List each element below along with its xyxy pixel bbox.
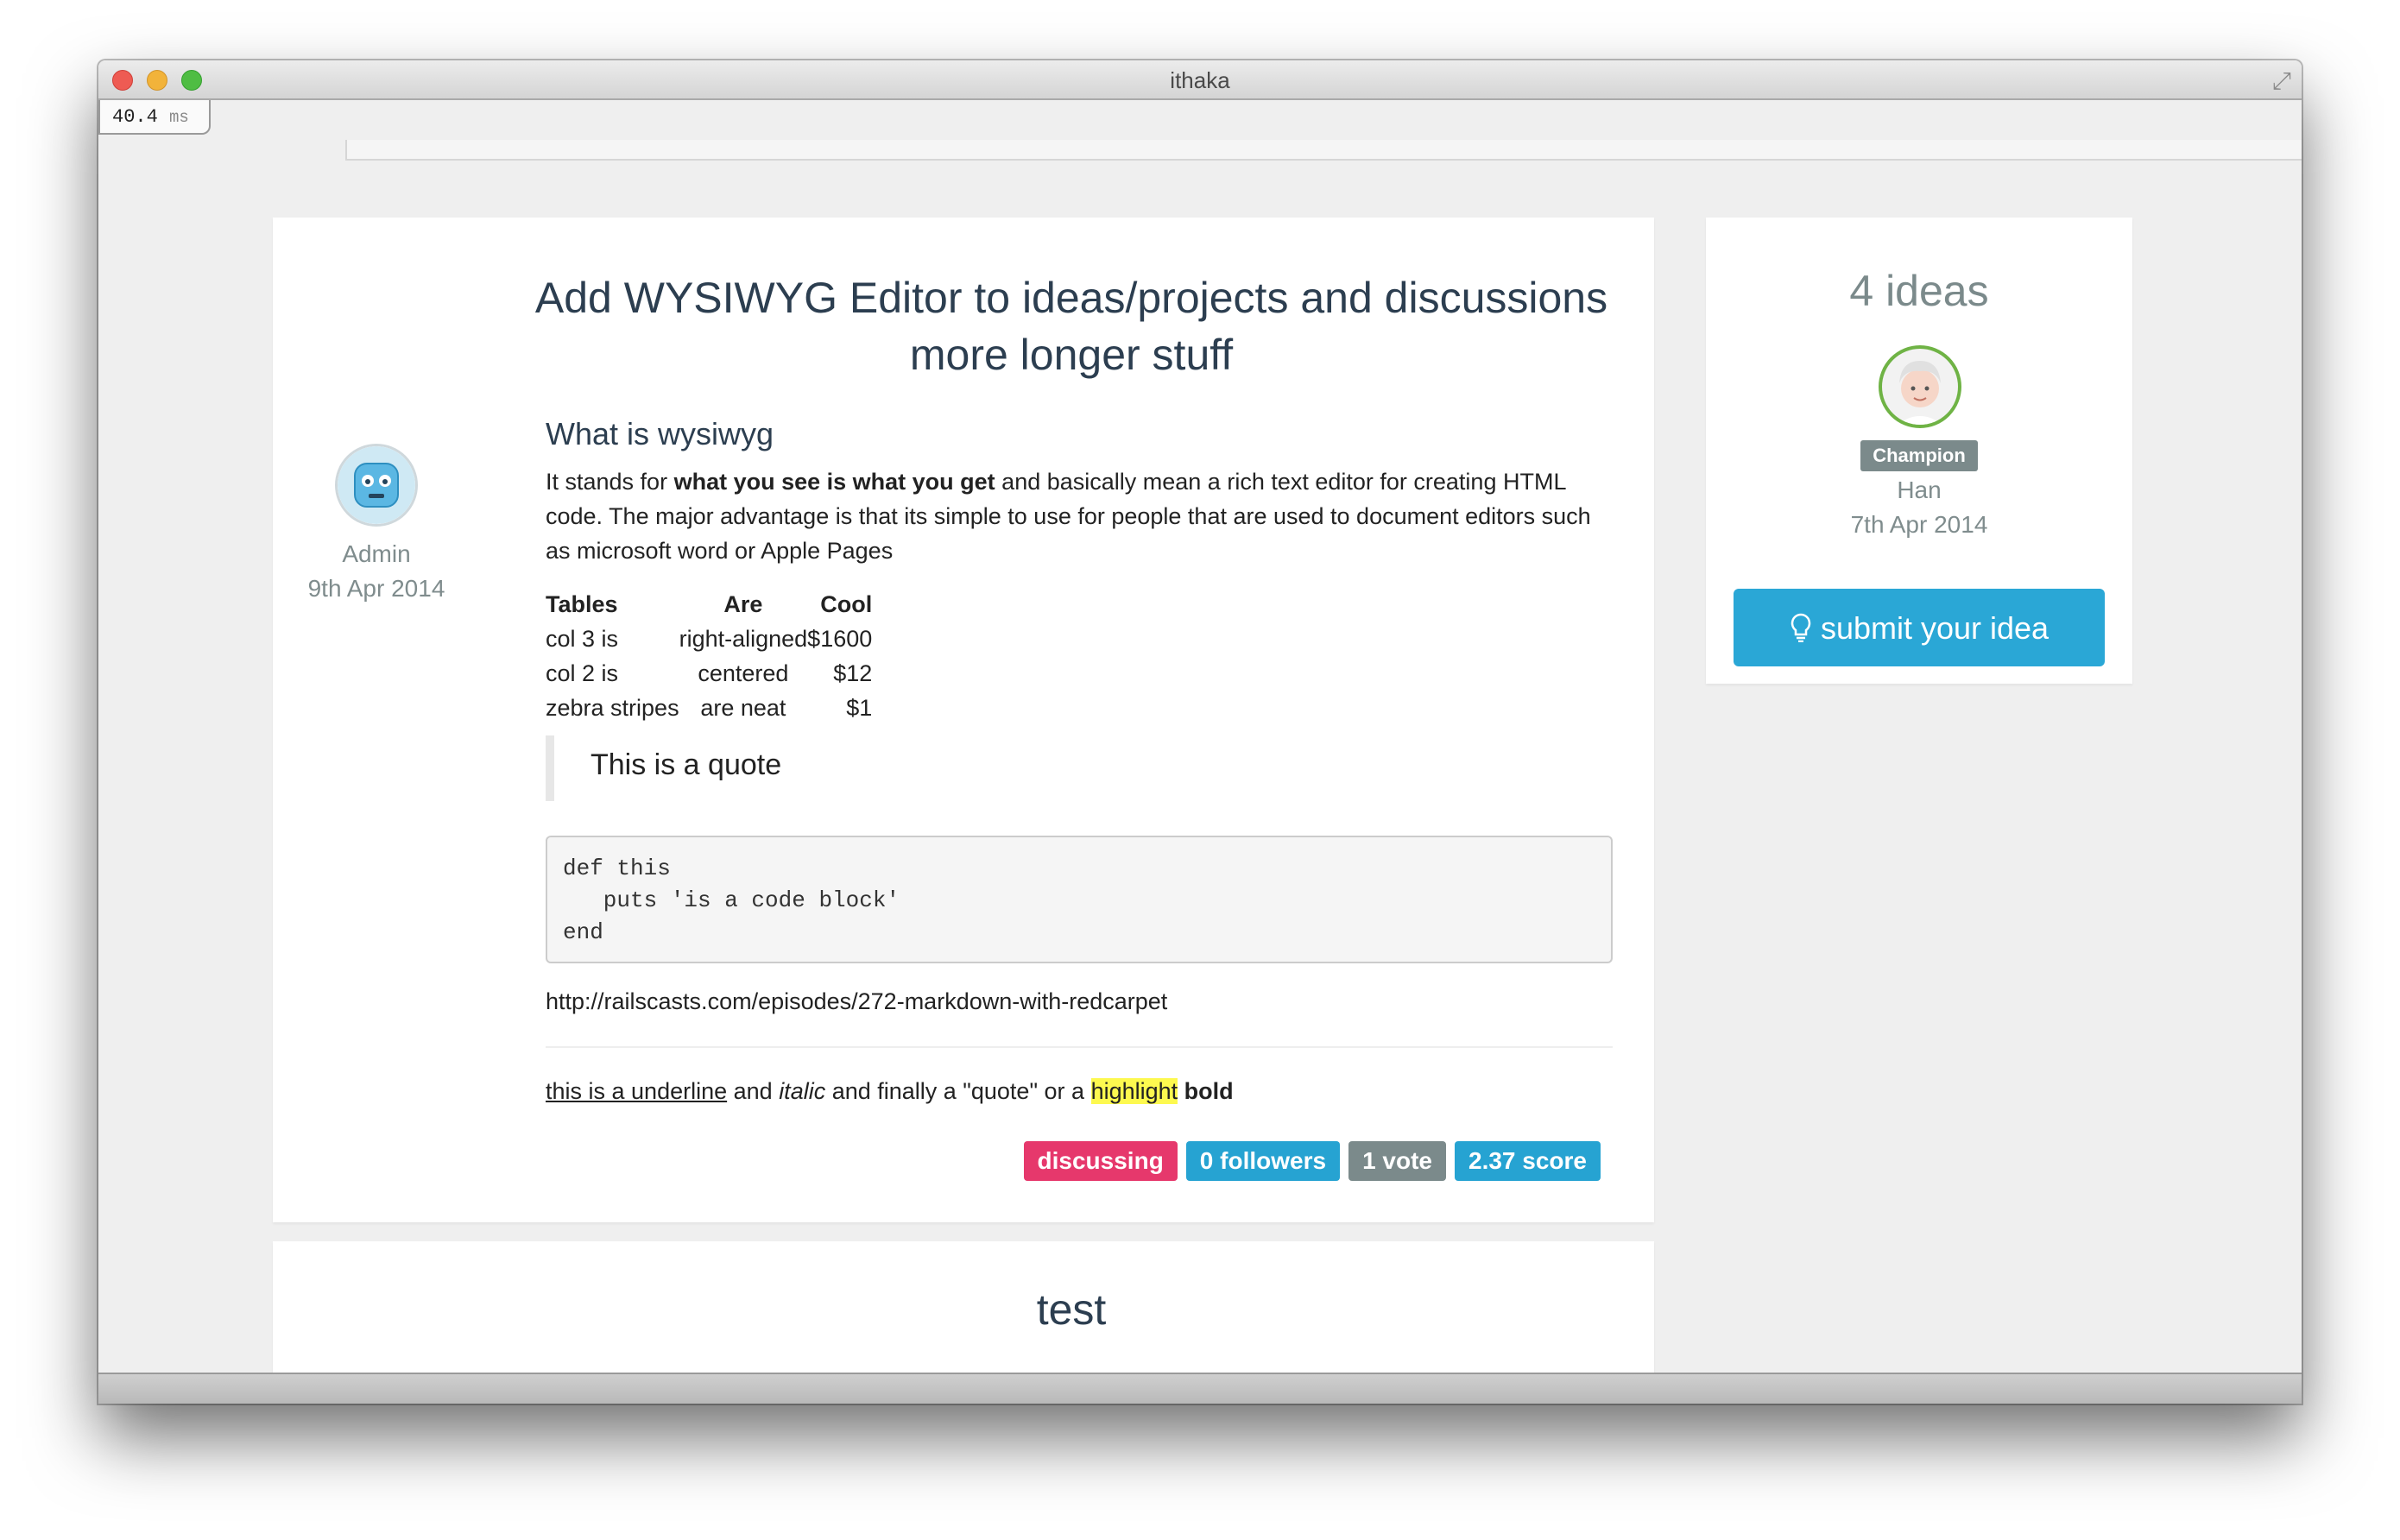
blockquote: This is a quote <box>546 735 1613 801</box>
formatted-text-line: this is a underline and italic and final… <box>546 1078 1234 1104</box>
app-window: ithaka ⤢ Add WYSIWYG Editor to ideas/pro… <box>98 60 2302 1404</box>
lightbulb-icon <box>1790 610 1821 646</box>
status-bar <box>98 1373 2302 1404</box>
votes-badge[interactable]: 1 vote <box>1348 1141 1446 1181</box>
page-content: Add WYSIWYG Editor to ideas/projects and… <box>98 100 2302 1374</box>
idea-body: What is wysiwyg It stands for what you s… <box>546 414 1613 1108</box>
champion-badge: Champion <box>1706 440 2132 471</box>
champion-name[interactable]: Han <box>1706 473 2132 508</box>
title-bar: ithaka ⤢ <box>98 60 2302 100</box>
highlight-text: highlight <box>1090 1078 1178 1104</box>
user-face-icon <box>1898 361 1942 425</box>
idea-title[interactable]: Add WYSIWYG Editor to ideas/projects and… <box>534 269 1609 383</box>
idea-card-2: test test <box>273 1241 1654 1374</box>
champion-date: 7th Apr 2014 <box>1850 511 1988 538</box>
submit-idea-button[interactable]: submit your idea <box>1734 589 2105 666</box>
idea-card: Add WYSIWYG Editor to ideas/projects and… <box>273 218 1654 1222</box>
table-row: zebra stripes are neat $1 <box>546 695 873 721</box>
table-row: col 3 is right-aligned $1600 <box>546 626 873 652</box>
idea-title[interactable]: test <box>534 1284 1609 1335</box>
ideas-count: 4 ideas <box>1849 267 1989 315</box>
reference-link[interactable]: http://railscasts.com/episodes/272-markd… <box>546 988 1167 1014</box>
table-header: Tables <box>546 591 618 617</box>
submit-label: submit your idea <box>1820 610 2049 646</box>
reference-link-line: http://railscasts.com/episodes/272-markd… <box>546 984 1613 1019</box>
followers-badge[interactable]: 0 followers <box>1185 1141 1341 1181</box>
markdown-table: Tables Are Cool col 3 is right-aligned $… <box>546 587 872 725</box>
idea-author: Admin 9th Apr 2014 <box>299 444 454 606</box>
top-strip <box>345 140 2302 161</box>
admin-avatar[interactable] <box>335 444 418 527</box>
table-header: Are <box>723 591 763 617</box>
fullscreen-icon[interactable]: ⤢ <box>2272 67 2291 96</box>
score-badge: 2.37 score <box>1455 1141 1601 1181</box>
render-timer[interactable]: 40.4 ms <box>98 100 211 135</box>
table-row: col 2 is centered $12 <box>546 660 873 686</box>
divider <box>546 1046 1613 1048</box>
champion-avatar[interactable] <box>1879 345 1961 428</box>
author-date: 9th Apr 2014 <box>307 575 445 602</box>
table-header: Cool <box>820 591 873 617</box>
window-title: ithaka <box>1170 67 1230 93</box>
robot-face-icon <box>338 446 415 524</box>
sidebar-card: 4 ideas Champion Han 7th Apr 2014 submit… <box>1706 218 2132 684</box>
body-intro: It stands for what you see is what you g… <box>546 469 1591 564</box>
author-name[interactable]: Admin <box>299 537 454 571</box>
code-block: def this puts 'is a code block' end <box>546 836 1613 963</box>
body-heading: What is wysiwyg <box>546 416 774 451</box>
status-badge[interactable]: discussing <box>1023 1141 1178 1181</box>
idea-badges: discussing 0 followers 1 vote 2.37 score <box>1023 1141 1601 1181</box>
